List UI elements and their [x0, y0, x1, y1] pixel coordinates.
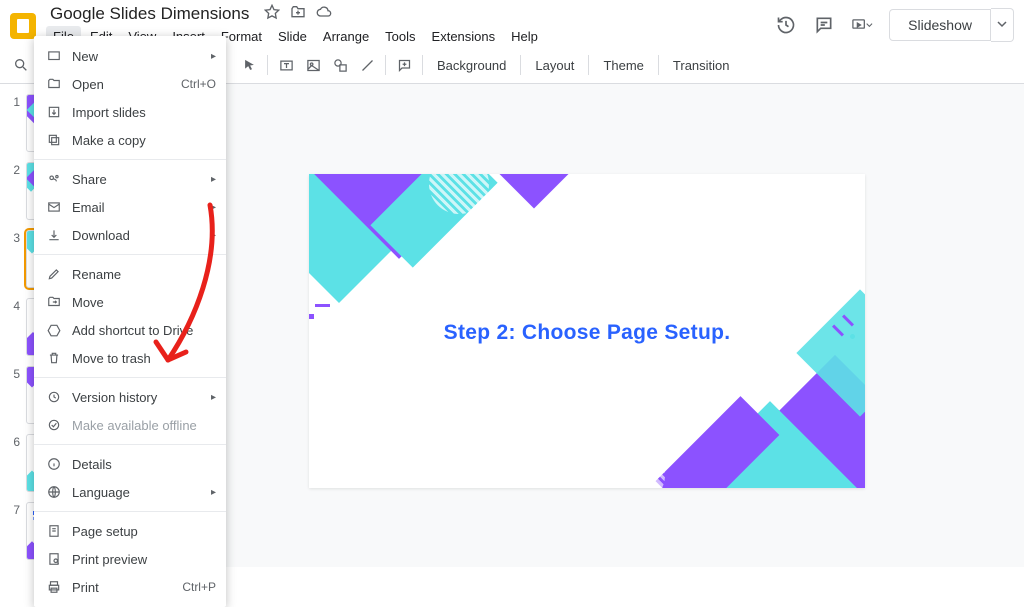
- image-icon[interactable]: [300, 52, 326, 78]
- transition-button[interactable]: Transition: [664, 53, 739, 78]
- menu-help[interactable]: Help: [504, 26, 545, 47]
- menu-item-shortcut[interactable]: Add shortcut to Drive: [34, 316, 226, 344]
- menu-arrange[interactable]: Arrange: [316, 26, 376, 47]
- chevron-right-icon: ▸: [211, 487, 216, 498]
- drive-shortcut-icon: [46, 322, 62, 338]
- print-preview-icon: [46, 551, 62, 567]
- thumb-number: 1: [10, 94, 20, 152]
- thumb-number: 2: [10, 162, 20, 220]
- move-folder-icon: [46, 294, 62, 310]
- menu-item-move[interactable]: Move: [34, 288, 226, 316]
- copy-icon: [46, 132, 62, 148]
- comments-icon[interactable]: [813, 14, 835, 36]
- menu-item-details[interactable]: Details: [34, 450, 226, 478]
- info-icon: [46, 456, 62, 472]
- search-icon[interactable]: [8, 52, 34, 78]
- pointer-icon[interactable]: [236, 52, 262, 78]
- line-icon[interactable]: [354, 52, 380, 78]
- menu-item-copy[interactable]: Make a copy: [34, 126, 226, 154]
- thumb-number: 4: [10, 298, 20, 356]
- document-title[interactable]: Google Slides Dimensions: [46, 2, 253, 26]
- comment-add-icon[interactable]: [391, 52, 417, 78]
- thumb-number: 5: [10, 366, 20, 424]
- chevron-right-icon: ▸: [211, 174, 216, 185]
- present-icon[interactable]: [851, 14, 873, 36]
- menu-item-import[interactable]: Import slides: [34, 98, 226, 126]
- background-button[interactable]: Background: [428, 53, 515, 78]
- history-icon: [46, 389, 62, 405]
- menu-item-version[interactable]: Version history▸: [34, 383, 226, 411]
- shape-icon[interactable]: [327, 52, 353, 78]
- menu-item-print[interactable]: PrintCtrl+P: [34, 573, 226, 601]
- move-icon[interactable]: [290, 4, 306, 25]
- slide-title: Step 2: Choose Page Setup.: [309, 321, 865, 345]
- download-icon: [46, 227, 62, 243]
- globe-icon: [46, 484, 62, 500]
- menu-extensions[interactable]: Extensions: [425, 26, 503, 47]
- menu-item-email[interactable]: Email▸: [34, 193, 226, 221]
- folder-icon: [46, 76, 62, 92]
- slideshow-dropdown[interactable]: [991, 8, 1014, 42]
- file-menu-dropdown: New▸ OpenCtrl+O Import slides Make a cop…: [34, 36, 226, 607]
- share-icon: [46, 171, 62, 187]
- menu-item-page-setup[interactable]: Page setup: [34, 517, 226, 545]
- rename-icon: [46, 266, 62, 282]
- chevron-right-icon: ▸: [211, 51, 216, 62]
- print-icon: [46, 579, 62, 595]
- chevron-right-icon: ▸: [211, 392, 216, 403]
- slide[interactable]: Step 2: Choose Page Setup.: [309, 174, 865, 488]
- offline-icon: [46, 417, 62, 433]
- import-icon: [46, 104, 62, 120]
- menu-item-print-preview[interactable]: Print preview: [34, 545, 226, 573]
- menu-item-open[interactable]: OpenCtrl+O: [34, 70, 226, 98]
- layout-button[interactable]: Layout: [526, 53, 583, 78]
- email-icon: [46, 199, 62, 215]
- textbox-icon[interactable]: [273, 52, 299, 78]
- menu-item-offline: Make available offline: [34, 411, 226, 439]
- menu-item-download[interactable]: Download▸: [34, 221, 226, 249]
- history-icon[interactable]: [775, 14, 797, 36]
- thumb-number: 6: [10, 434, 20, 492]
- slideshow-button[interactable]: Slideshow: [889, 9, 991, 41]
- chevron-right-icon: ▸: [211, 202, 216, 213]
- menu-item-rename[interactable]: Rename: [34, 260, 226, 288]
- menu-tools[interactable]: Tools: [378, 26, 422, 47]
- trash-icon: [46, 350, 62, 366]
- menu-slide[interactable]: Slide: [271, 26, 314, 47]
- menu-item-trash[interactable]: Move to trash: [34, 344, 226, 372]
- thumb-number: 3: [10, 230, 20, 288]
- thumb-number: 7: [10, 502, 20, 560]
- theme-button[interactable]: Theme: [594, 53, 652, 78]
- cloud-icon[interactable]: [316, 4, 332, 25]
- chevron-right-icon: ▸: [211, 230, 216, 241]
- menu-item-language[interactable]: Language▸: [34, 478, 226, 506]
- menu-item-new[interactable]: New▸: [34, 42, 226, 70]
- star-icon[interactable]: [264, 4, 280, 25]
- menu-item-share[interactable]: Share▸: [34, 165, 226, 193]
- new-icon: [46, 48, 62, 64]
- canvas[interactable]: Step 2: Choose Page Setup.: [150, 84, 1024, 567]
- page-setup-icon: [46, 523, 62, 539]
- slides-logo-icon: [10, 13, 36, 39]
- header-actions: Slideshow: [775, 8, 1014, 42]
